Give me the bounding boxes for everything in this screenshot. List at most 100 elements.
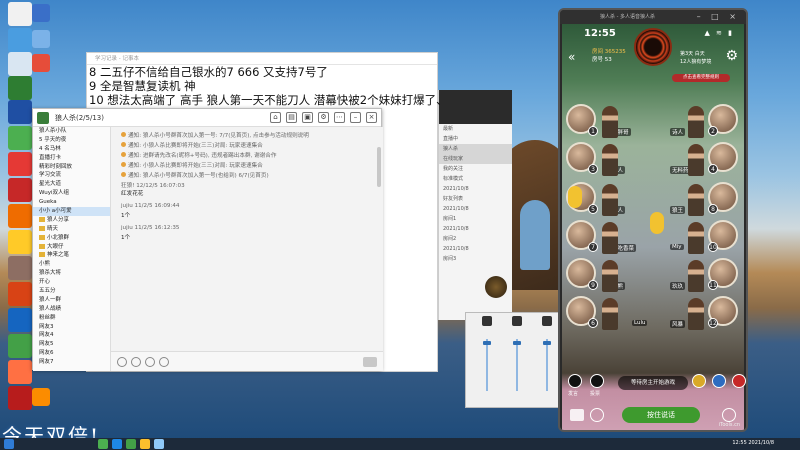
computer-icon[interactable] [8, 28, 32, 52]
sidebar-item[interactable]: 学习交流 [33, 171, 110, 180]
folder-icon[interactable] [8, 230, 32, 254]
app-icon[interactable] [8, 100, 32, 124]
list-item[interactable]: 2021/10/8 [439, 244, 512, 254]
sidebar-item[interactable]: 狼人杀小队 [33, 127, 110, 136]
exit-icon[interactable] [732, 374, 746, 388]
more-icon[interactable]: ⋯ [334, 112, 345, 123]
sidebar-item[interactable]: Wuyi双人组 [33, 189, 110, 198]
sidebar-item[interactable]: 晴天 [33, 225, 110, 234]
sidebar-item[interactable]: 网友4 [33, 331, 110, 340]
sidebar-item[interactable]: 4 名马林 [33, 145, 110, 154]
volume-slider-knob[interactable] [513, 341, 521, 345]
sidebar-item[interactable]: 小熊 [33, 260, 110, 269]
sidebar-item[interactable]: 五五分 [33, 287, 110, 296]
list-item[interactable]: 2021/10/8 [439, 204, 512, 214]
list-item[interactable]: 房间1 [439, 214, 512, 224]
volume-slider-knob[interactable] [483, 341, 491, 345]
chat-scrollbar[interactable] [377, 147, 381, 187]
image-icon[interactable] [159, 357, 169, 367]
sidebar-item[interactable]: 狼人一群 [33, 296, 110, 305]
app-icon[interactable] [8, 178, 32, 202]
sidebar-item[interactable]: 5 乎天的夜 [33, 136, 110, 145]
sidebar-item[interactable]: 狼杀大将 [33, 269, 110, 278]
app-icon[interactable] [32, 30, 50, 48]
sidebar-item[interactable]: 网友6 [33, 349, 110, 358]
scissors-icon[interactable] [131, 357, 141, 367]
app-icon[interactable] [32, 388, 50, 406]
sidebar-item-selected[interactable]: 小小 a小可爱 [33, 207, 110, 216]
list-item[interactable]: 在线玩家 [439, 154, 512, 164]
sidebar-item[interactable]: 开心 [33, 278, 110, 287]
taskbar-app-icon[interactable] [126, 439, 136, 449]
rules-banner[interactable]: 点击查看完整规则 [672, 74, 730, 82]
app-icon[interactable] [8, 308, 32, 332]
volume-slider[interactable] [546, 339, 548, 391]
taskbar-app-icon[interactable] [140, 439, 150, 449]
list-item[interactable]: 狼人杀 [439, 144, 512, 154]
push-to-talk-button[interactable]: 按住说话 [622, 407, 700, 423]
sidebar-item[interactable]: 星光大道 [33, 180, 110, 189]
sidebar-item[interactable]: Gueka [33, 198, 110, 207]
taskbar-app-icon[interactable] [154, 439, 164, 449]
volume-slider-knob[interactable] [543, 341, 551, 345]
sidebar-item[interactable]: 网友3 [33, 323, 110, 332]
emoji-icon[interactable] [590, 408, 604, 422]
list-item[interactable]: 标准模式 [439, 174, 512, 184]
file-icon[interactable]: ▤ [286, 112, 297, 123]
gear-icon[interactable]: ⚙ [725, 48, 738, 64]
speak-icon[interactable] [568, 374, 582, 388]
app-icon[interactable] [8, 256, 32, 280]
folder-icon[interactable] [145, 357, 155, 367]
app-icon[interactable] [8, 334, 32, 358]
sidebar-item[interactable]: 网友5 [33, 340, 110, 349]
app-icon[interactable] [8, 282, 32, 306]
sidebar-item[interactable]: 网友7 [33, 358, 110, 367]
window-controls[interactable]: – □ × [697, 12, 740, 21]
recycle-bin-icon[interactable] [8, 2, 32, 26]
app-icon[interactable] [8, 386, 32, 410]
keyboard-icon[interactable] [570, 409, 584, 421]
sidebar-item[interactable]: 狼人战绩 [33, 305, 110, 314]
taskbar-app-icon[interactable] [112, 439, 122, 449]
send-button[interactable] [363, 357, 377, 367]
list-item[interactable]: 2021/10/8 [439, 224, 512, 234]
vote-icon[interactable] [590, 374, 604, 388]
sidebar-item[interactable]: 大眼仔 [33, 243, 110, 252]
sidebar-item[interactable]: 粉丝群 [33, 314, 110, 323]
sidebar-item[interactable]: 小北狼群 [33, 234, 110, 243]
app-icon[interactable] [32, 4, 50, 22]
list-item[interactable]: 房间3 [439, 254, 512, 264]
share-icon[interactable] [712, 374, 726, 388]
list-item[interactable]: 2021/10/8 [439, 184, 512, 194]
home-icon[interactable]: ⌂ [270, 112, 281, 123]
list-item[interactable]: 直播中 [439, 134, 512, 144]
start-icon[interactable] [4, 439, 14, 449]
network-icon[interactable] [8, 52, 32, 76]
taskbar-app-icon[interactable] [98, 439, 108, 449]
emoji-icon[interactable] [117, 357, 127, 367]
volume-slider[interactable] [516, 339, 518, 391]
group-avatar[interactable] [37, 112, 49, 124]
album-icon[interactable]: ▣ [302, 112, 313, 123]
sidebar-item[interactable]: 精彩时刻回放 [33, 163, 110, 172]
minimize-icon[interactable]: – [350, 112, 361, 123]
lion-badge-icon[interactable] [485, 276, 507, 298]
chat-input-bar[interactable] [111, 351, 383, 371]
speaker-icon[interactable] [722, 408, 736, 422]
back-chevron-icon[interactable]: « [568, 50, 575, 64]
app-icon[interactable] [8, 360, 32, 384]
sidebar-item[interactable]: 神来之笔 [33, 251, 110, 260]
close-icon[interactable]: × [366, 112, 377, 123]
app-icon[interactable] [8, 204, 32, 228]
app-icon[interactable] [32, 54, 50, 72]
list-item[interactable]: 最新 [439, 124, 512, 134]
list-item[interactable]: 房间2 [439, 234, 512, 244]
sidebar-item[interactable]: 狼人分享 [33, 216, 110, 225]
app-icon[interactable] [8, 126, 32, 150]
app-icon[interactable] [8, 76, 32, 100]
app-icon[interactable] [8, 152, 32, 176]
list-item[interactable]: 我的关注 [439, 164, 512, 174]
settings-icon[interactable]: ⚙ [318, 112, 329, 123]
list-item[interactable]: 好友列表 [439, 194, 512, 204]
gift-icon[interactable] [692, 374, 706, 388]
